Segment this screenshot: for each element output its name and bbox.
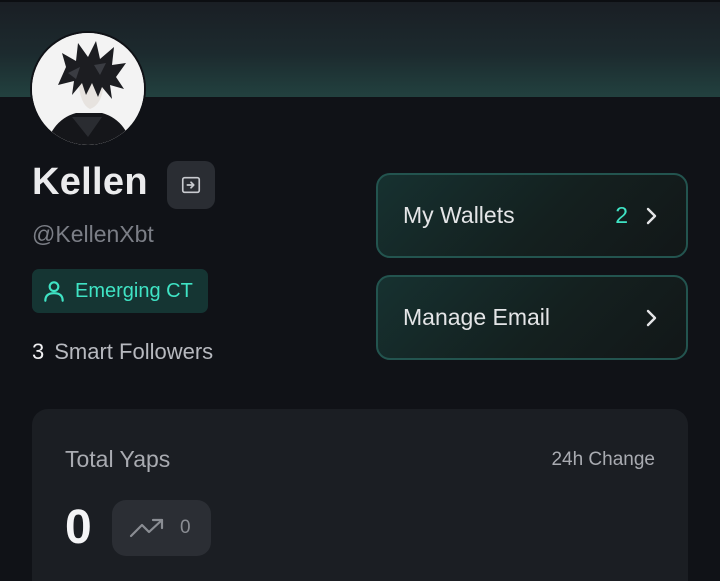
- manage-email-button[interactable]: Manage Email: [376, 275, 688, 360]
- smart-followers: 3 Smart Followers: [32, 339, 213, 365]
- profile-handle: @KellenXbt: [32, 221, 154, 247]
- profile-page: Kellen @KellenXbt Emerging CT 3 Smart Fol…: [0, 0, 720, 581]
- my-wallets-label: My Wallets: [403, 202, 515, 228]
- total-yaps-value: 0: [65, 501, 92, 554]
- badge-label: Emerging CT: [75, 279, 193, 302]
- my-wallets-button[interactable]: My Wallets 2: [376, 173, 688, 258]
- change-24h-value: 0: [180, 517, 191, 538]
- trending-up-icon: [129, 518, 164, 538]
- logout-icon: [181, 176, 201, 194]
- avatar[interactable]: [32, 33, 144, 145]
- user-icon: [44, 281, 64, 302]
- smart-followers-label: Smart Followers: [54, 339, 214, 364]
- total-yaps-label: Total Yaps: [65, 446, 171, 472]
- avatar-image: [32, 33, 144, 145]
- change-24h-pill: 0: [112, 500, 211, 556]
- manage-email-label: Manage Email: [403, 304, 551, 330]
- logout-button[interactable]: [167, 161, 215, 209]
- change-24h-label: 24h Change: [551, 449, 655, 470]
- chevron-right-icon: [646, 309, 657, 326]
- status-badge: Emerging CT: [32, 269, 208, 313]
- total-yaps-card: Total Yaps 24h Change 0 0: [32, 409, 688, 581]
- profile-name: Kellen: [32, 161, 148, 203]
- chevron-right-icon: [646, 207, 657, 224]
- smart-followers-count: 3: [32, 339, 45, 364]
- wallets-count: 2: [615, 202, 628, 228]
